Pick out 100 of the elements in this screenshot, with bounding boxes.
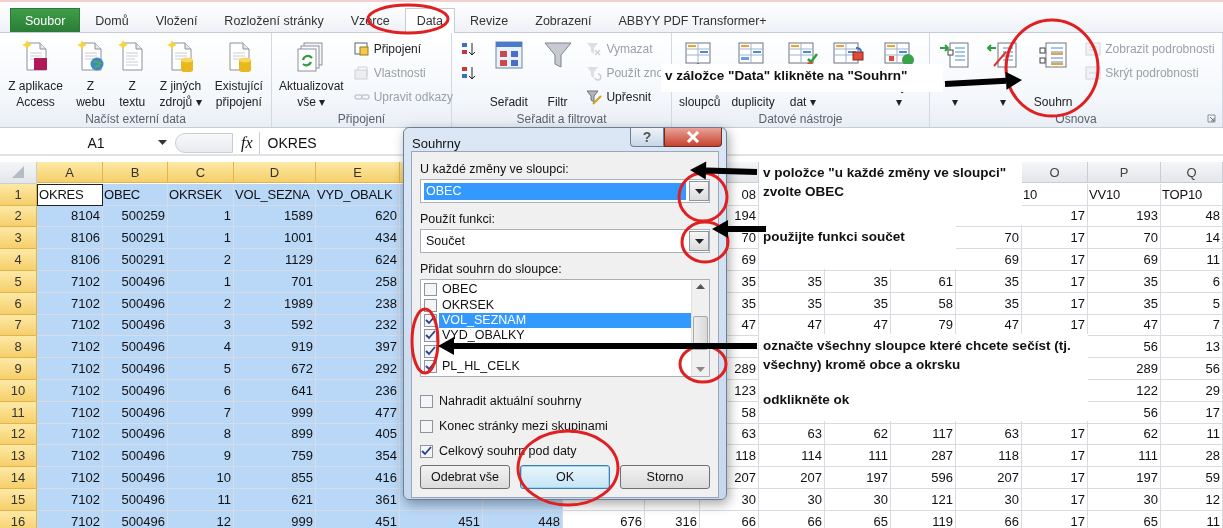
function-label[interactable]: fx [233,134,259,152]
ribbon-button[interactable]: Aktualizovat vše ▾ [276,36,347,110]
row-header[interactable]: 2 [0,205,37,228]
list-row[interactable]: PL_HL_CELK [421,358,691,375]
table-cell: 59 [1161,467,1223,489]
ribbon-button[interactable]: Z jiných zdrojů ▾ [156,36,205,110]
table-cell: 1 [168,227,234,250]
column-header[interactable]: O [1022,162,1088,183]
table-cell: 11 [168,488,234,511]
group-label: Připojení [337,111,386,126]
ribbon-button[interactable]: Připojení [351,38,424,60]
table-cell: 17 [1022,292,1088,315]
ribbon-tab[interactable]: ABBYY PDF Transformer+ [606,8,779,32]
row-header[interactable]: 7 [0,314,37,337]
column-list[interactable]: OBEC OKRSEK VOL_SEZNAM VYD_OBALKY PL_HL_CELK [420,279,710,377]
group-label: Načíst externí data [85,111,186,126]
table-cell: 30 [759,488,825,511]
ribbon-tab[interactable]: Soubor [10,8,81,32]
list-item-label: PL_HL_CELK [441,359,521,375]
instruction-text: použijte funkci součet [759,225,956,269]
ribbon-button[interactable]: Z aplikace Access [5,36,66,110]
table-cell: 596 [891,467,956,489]
column-header[interactable]: C [168,162,234,183]
column-header[interactable]: D [234,162,316,183]
checkbox[interactable] [420,394,433,408]
scrollbar[interactable] [691,280,709,376]
row-header[interactable]: 12 [0,423,37,446]
column-header[interactable]: A [37,162,103,183]
help-button[interactable]: ? [630,128,664,147]
row-header[interactable]: 14 [0,467,37,489]
ribbon-tab[interactable]: Revize [458,8,521,32]
checkbox[interactable] [424,329,437,343]
checkbox[interactable] [420,419,433,433]
ribbon-button[interactable]: Z webu [73,36,108,110]
table-cell: VV10 [1088,183,1161,206]
instruction-text: v položce "u každé změny ve sloupci" zvolte OBEC [759,161,1022,225]
dropdown-button[interactable] [689,231,709,251]
column-header[interactable]: Q [1161,162,1223,183]
table-cell: 17 [1022,271,1088,293]
checkbox[interactable] [424,298,437,312]
table-cell: 35 [956,292,1022,315]
row-header[interactable]: 15 [0,488,37,511]
list-row[interactable]: OBEC [421,282,691,298]
instruction-text: označte všechny sloupce které chcete sečíst (tj. všechny) kromě obce a okrsku [759,334,1088,388]
checkbox-label[interactable]: Konec stránky mezi skupinami [439,419,608,433]
checkbox[interactable] [420,444,433,458]
ribbon-tab[interactable]: Rozložení stránky [212,8,336,32]
ribbon-button[interactable]: Z textu [115,36,150,110]
list-row[interactable]: VYD_OBALKY [421,328,691,344]
table-cell: VOL_SEZNA [234,183,316,206]
ribbon-tab[interactable]: Vložení [143,8,210,32]
checkbox[interactable] [424,283,437,297]
row-header[interactable]: 5 [0,271,37,293]
annotation-circle [677,171,729,223]
table-cell: 63 [956,423,1022,446]
dialog-button[interactable]: OK [520,465,610,489]
ribbon-tab[interactable]: Zobrazení [523,8,604,32]
table-cell: 35 [759,292,825,315]
funnel-icon [542,40,573,70]
column-header[interactable]: E [316,162,400,183]
dropdown-button[interactable] [689,181,709,201]
row-header[interactable]: 6 [0,292,37,315]
row-header[interactable]: 8 [0,336,37,359]
ribbon-button[interactable]: Souhrn [1030,36,1076,110]
ribbon-button[interactable]: Existující připojení [211,36,266,110]
row-header[interactable]: 1 [0,183,37,206]
ribbon-tab[interactable]: Domů [83,8,141,32]
table-cell: 8106 [37,249,103,271]
close-button[interactable] [664,128,722,147]
row-header[interactable]: 13 [0,445,37,468]
table-cell: 119 [891,510,956,528]
ribbon-button[interactable]: Filtr [539,36,576,110]
row-header[interactable]: 10 [0,379,37,402]
table-cell: 500496 [103,423,168,446]
table-cell: 12 [1161,488,1223,511]
row-header[interactable]: 9 [0,358,37,380]
formula-controls [175,133,233,153]
table-cell: 855 [234,467,316,489]
reapply-filter-icon [586,65,603,81]
table-cell: 500291 [103,249,168,271]
column-header[interactable]: P [1088,162,1161,183]
row-header[interactable]: 11 [0,401,37,424]
ribbon-button[interactable]: Seřadit [486,36,531,110]
row-header[interactable]: 3 [0,227,37,250]
clear-filter-icon [586,41,603,57]
function-dropdown[interactable]: Součet [420,229,710,253]
table-cell: OKRES [37,183,103,206]
table-cell: 56 [1161,358,1223,380]
row-header[interactable]: 4 [0,249,37,271]
table-cell: 316 [645,510,700,528]
table-cell: 641 [234,379,316,402]
column-header[interactable]: B [103,162,168,183]
ribbon-button[interactable]: Upřesnit [584,86,654,108]
checkbox-label[interactable]: Nahradit aktuální souhrny [439,394,582,408]
dialog-button[interactable]: Storno [620,465,710,489]
list-row[interactable]: OKRSEK [421,297,691,313]
checkbox[interactable] [424,344,437,358]
table-cell: OBEC [103,183,168,206]
dialog-button[interactable]: Odebrat vše [420,465,510,489]
table-cell: 17 [1022,510,1088,528]
